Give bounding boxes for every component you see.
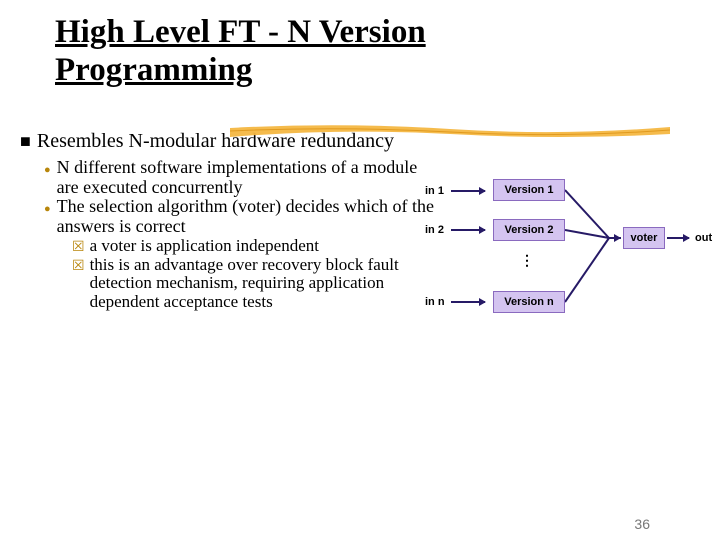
label-in2: in 2 <box>425 224 444 236</box>
box-x-icon: ☒ <box>72 258 85 273</box>
box-version2: Version 2 <box>493 219 565 241</box>
merge-lines <box>565 179 629 313</box>
arrow-inn <box>451 301 485 303</box>
label-in1: in 1 <box>425 185 444 197</box>
square-bullet-icon: ■ <box>20 132 31 152</box>
dots-vertical: ⋮ <box>520 252 537 269</box>
bullet-l1: ■ Resembles N-modular hardware redundanc… <box>20 130 435 152</box>
arrow-in1 <box>451 190 485 192</box>
bullet-l3b: ☒ this is an advantage over recovery blo… <box>72 256 435 312</box>
content-block: ■ Resembles N-modular hardware redundanc… <box>20 130 435 312</box>
box-version1: Version 1 <box>493 179 565 201</box>
bullet-l3a: ☒ a voter is application independent <box>72 237 435 256</box>
bullet-l2b: ● The selection algorithm (voter) decide… <box>44 197 435 237</box>
box-voter: voter <box>623 227 665 249</box>
label-inn: in n <box>425 296 445 308</box>
circle-bullet-icon: ● <box>44 203 51 215</box>
bullet-l2b-text: The selection algorithm (voter) decides … <box>57 197 435 237</box>
page-number: 36 <box>634 516 650 532</box>
bullet-l3b-text: this is an advantage over recovery block… <box>90 256 435 312</box>
arrow-out <box>667 237 689 239</box>
label-out: out <box>695 232 712 244</box>
bullet-l2a-text: N different software implementations of … <box>57 158 435 198</box>
bullet-l3a-text: a voter is application independent <box>90 237 319 256</box>
box-x-icon: ☒ <box>72 239 85 254</box>
bullet-l2a: ● N different software implementations o… <box>44 158 435 198</box>
circle-bullet-icon: ● <box>44 164 51 176</box>
box-versionn: Version n <box>493 291 565 313</box>
page-title: High Level FT - N Version Programming <box>55 14 575 90</box>
n-version-diagram: in 1 in 2 in n Version 1 Version 2 Versi… <box>425 179 715 339</box>
arrow-in2 <box>451 229 485 231</box>
bullet-l1-text: Resembles N-modular hardware redundancy <box>37 130 394 152</box>
